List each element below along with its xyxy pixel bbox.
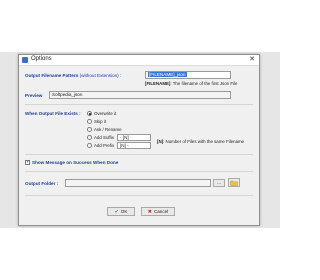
- divider: [25, 104, 253, 105]
- radio-ask-rename[interactable]: [87, 127, 92, 132]
- radio-add-suffix-label: Add Suffix: [94, 135, 114, 140]
- divider: [25, 154, 253, 155]
- open-folder-button[interactable]: [228, 178, 240, 187]
- show-message-label: Show Message on Success When Done: [32, 160, 119, 165]
- cancel-icon: ✖: [147, 208, 152, 215]
- ok-button-label: OK: [120, 209, 128, 214]
- ok-button[interactable]: ✔ OK: [107, 207, 135, 216]
- app-icon: [22, 57, 28, 63]
- checkmark-icon: ✔: [114, 208, 119, 215]
- output-filename-value: [FILENAME]_json: [148, 72, 187, 77]
- output-filename-label-suffix: (without Extension) :: [79, 73, 122, 78]
- radio-skip[interactable]: [87, 119, 92, 124]
- browse-button[interactable]: ...: [213, 179, 225, 187]
- filename-hint-token: [FILENAME]: [145, 81, 171, 86]
- radio-add-prefix[interactable]: [87, 143, 92, 148]
- show-message-checkbox[interactable]: ✓: [25, 160, 30, 165]
- suffix-input[interactable]: - [N]: [117, 134, 151, 141]
- radio-skip-label: Skip it: [94, 119, 106, 124]
- folder-icon: [230, 180, 238, 186]
- n-hint-text: : Number of Files with the same Filename: [163, 139, 245, 144]
- filename-hint: [FILENAME]: The filename of the first Js…: [145, 81, 237, 86]
- radio-overwrite-label: Overwrite it: [94, 111, 117, 116]
- title-bar: Options ✕: [19, 55, 259, 66]
- output-folder-input[interactable]: [65, 179, 211, 187]
- preview-label: Preview: [25, 93, 43, 98]
- output-filename-input[interactable]: [FILENAME]_json: [145, 71, 231, 79]
- options-dialog: Options ✕ Output Filename Pattern (witho…: [18, 54, 260, 226]
- divider: [25, 171, 253, 172]
- radio-add-suffix[interactable]: [87, 135, 92, 140]
- filename-hint-text: : The filename of the first Json File: [170, 81, 238, 86]
- n-hint: [N]: Number of Files with the same Filen…: [157, 139, 244, 144]
- cancel-button[interactable]: ✖ Cancel: [141, 207, 175, 216]
- prefix-input[interactable]: [N] -: [117, 142, 151, 149]
- divider: [25, 195, 253, 196]
- output-folder-label: Output Folder :: [25, 181, 59, 186]
- radio-ask-rename-label: Ask / Rename: [94, 127, 122, 132]
- radio-add-prefix-label: Add Prefix: [94, 143, 115, 148]
- file-exists-label: When Output File Exists :: [25, 111, 81, 116]
- radio-overwrite[interactable]: [87, 111, 92, 116]
- window-title: Options: [31, 56, 52, 62]
- preview-field: Softpedia_json: [49, 91, 231, 99]
- cancel-button-label: Cancel: [153, 209, 169, 214]
- output-filename-label: Output Filename Pattern (without Extensi…: [25, 73, 122, 78]
- close-button[interactable]: ✕: [245, 55, 259, 65]
